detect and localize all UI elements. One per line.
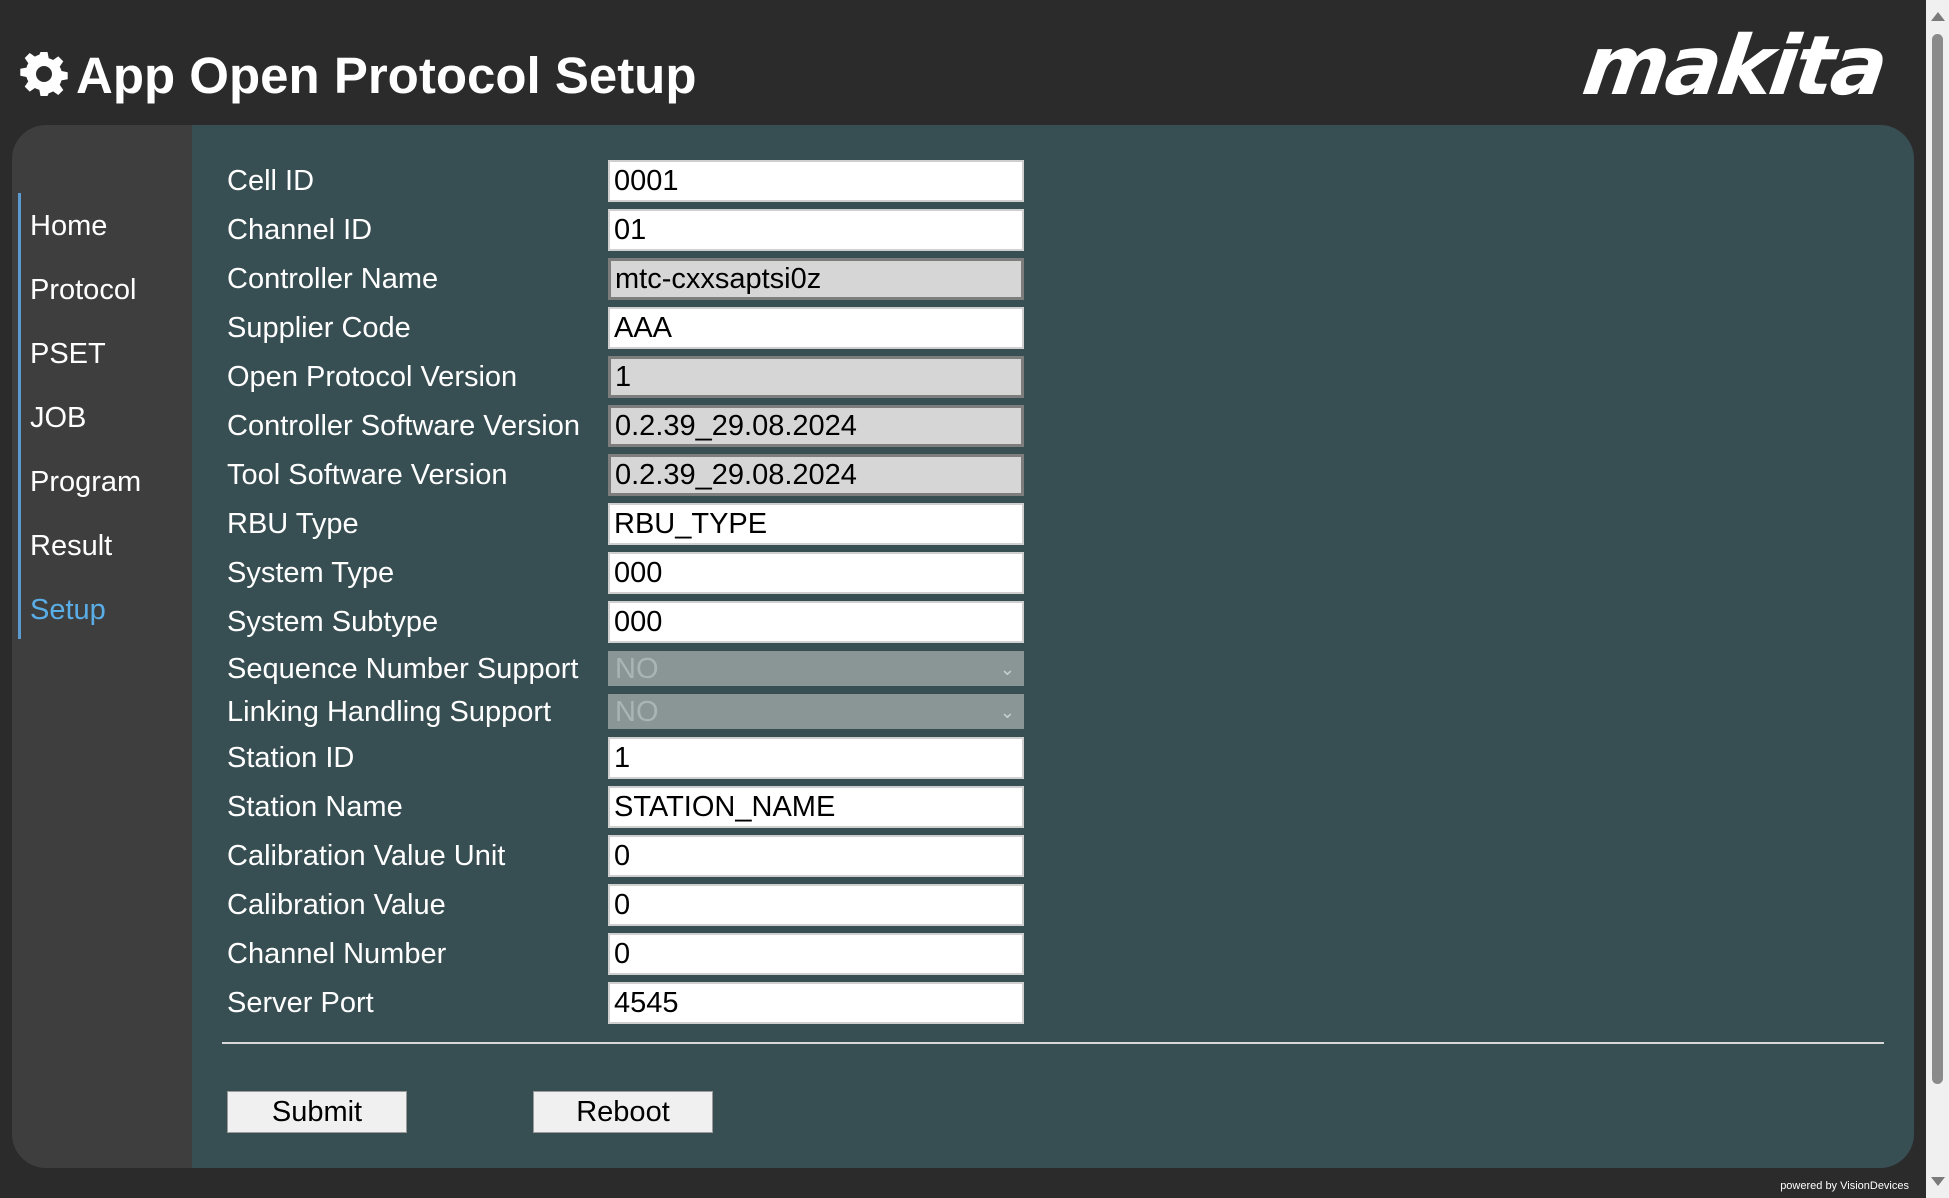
vertical-scrollbar[interactable] bbox=[1926, 0, 1949, 1198]
cell-id-input[interactable] bbox=[608, 160, 1024, 202]
header-bar: App Open Protocol Setup makita bbox=[0, 0, 1926, 125]
sequence-number-support-value: NO bbox=[615, 653, 659, 685]
controller-software-version-input bbox=[608, 405, 1024, 447]
calibration-value-unit-input[interactable] bbox=[608, 835, 1024, 877]
sequence-number-support-label: Sequence Number Support bbox=[227, 653, 579, 685]
reboot-button[interactable]: Reboot bbox=[533, 1091, 713, 1133]
system-type-label: System Type bbox=[227, 557, 395, 589]
sidebar-item-program[interactable]: Program bbox=[30, 464, 141, 500]
sidebar-item-pset[interactable]: PSET bbox=[30, 336, 106, 372]
sidebar-item-setup[interactable]: Setup bbox=[30, 592, 106, 628]
channel-id-label: Channel ID bbox=[227, 214, 373, 246]
controller-name-label: Controller Name bbox=[227, 263, 439, 295]
calibration-value-input[interactable] bbox=[608, 884, 1024, 926]
chevron-down-icon: ⌄ bbox=[999, 702, 1015, 722]
station-name-input[interactable] bbox=[608, 786, 1024, 828]
makita-logo: makita bbox=[1577, 19, 1891, 114]
station-id-label: Station ID bbox=[227, 742, 355, 774]
system-subtype-label: System Subtype bbox=[227, 606, 439, 638]
controller-name-input bbox=[608, 258, 1024, 300]
tool-software-version-input bbox=[608, 454, 1024, 496]
linking-handling-support-label: Linking Handling Support bbox=[227, 696, 552, 728]
sidebar-item-home[interactable]: Home bbox=[30, 208, 107, 244]
supplier-code-input[interactable] bbox=[608, 307, 1024, 349]
tool-software-version-label: Tool Software Version bbox=[227, 459, 508, 491]
rbu-type-input[interactable] bbox=[608, 503, 1024, 545]
controller-software-version-label: Controller Software Version bbox=[227, 410, 580, 442]
server-port-input[interactable] bbox=[608, 982, 1024, 1024]
station-name-label: Station Name bbox=[227, 791, 403, 823]
system-type-input[interactable] bbox=[608, 552, 1024, 594]
submit-button[interactable]: Submit bbox=[227, 1091, 407, 1133]
scrollbar-thumb[interactable] bbox=[1932, 34, 1943, 1084]
scroll-down-icon[interactable] bbox=[1931, 1177, 1945, 1186]
calibration-value-label: Calibration Value bbox=[227, 889, 446, 921]
cell-id-label: Cell ID bbox=[227, 165, 315, 197]
open-protocol-version-label: Open Protocol Version bbox=[227, 361, 518, 393]
sidebar-item-job[interactable]: JOB bbox=[30, 400, 86, 436]
system-subtype-input[interactable] bbox=[608, 601, 1024, 643]
divider bbox=[222, 1042, 1884, 1044]
open-protocol-version-input bbox=[608, 356, 1024, 398]
linking-handling-support-value: NO bbox=[615, 696, 659, 728]
supplier-code-label: Supplier Code bbox=[227, 312, 411, 344]
scroll-up-icon[interactable] bbox=[1931, 12, 1945, 21]
sidebar-item-result[interactable]: Result bbox=[30, 528, 112, 564]
sidebar-nav: Home Protocol PSET JOB Program Result Se… bbox=[18, 193, 181, 639]
channel-id-input[interactable] bbox=[608, 209, 1024, 251]
linking-handling-support-select[interactable]: NO ⌄ bbox=[608, 694, 1024, 729]
calibration-value-unit-label: Calibration Value Unit bbox=[227, 840, 506, 872]
channel-number-input[interactable] bbox=[608, 933, 1024, 975]
sequence-number-support-select[interactable]: NO ⌄ bbox=[608, 651, 1024, 686]
setup-content bbox=[192, 125, 1914, 1168]
chevron-down-icon: ⌄ bbox=[999, 659, 1015, 679]
station-id-input[interactable] bbox=[608, 737, 1024, 779]
powered-by-text: powered by VisionDevices bbox=[1780, 1180, 1909, 1192]
rbu-type-label: RBU Type bbox=[227, 508, 359, 540]
sidebar-item-protocol[interactable]: Protocol bbox=[30, 272, 136, 308]
server-port-label: Server Port bbox=[227, 987, 374, 1019]
page-title: App Open Protocol Setup bbox=[76, 47, 697, 104]
channel-number-label: Channel Number bbox=[227, 938, 447, 970]
gear-icon bbox=[20, 52, 68, 96]
